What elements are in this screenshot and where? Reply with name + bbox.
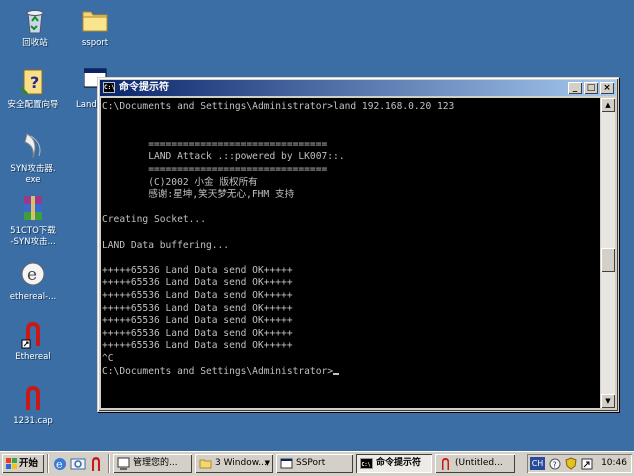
- task-label: 管理您的...: [133, 458, 178, 468]
- desktop-icon-label: Land: [76, 100, 97, 110]
- ethereal-installer-icon: e: [17, 258, 49, 290]
- desktop-icon-recycle-bin[interactable]: 回收站: [2, 4, 68, 49]
- scroll-up-button[interactable]: ▲: [601, 98, 615, 112]
- console-line: 感谢:星坤,笑天梦无心,FHM 支持: [102, 189, 295, 201]
- security-wizard-icon: ?: [17, 66, 49, 98]
- taskbar-separator: [108, 454, 110, 473]
- console-line: ^C: [102, 353, 114, 364]
- close-button[interactable]: ×: [600, 82, 614, 94]
- task-button-windows-group[interactable]: 3 Window... ▼: [195, 454, 273, 473]
- taskbar-separator: [47, 454, 49, 473]
- cmd-window-icon[interactable]: C:\: [103, 82, 115, 93]
- console-line: +++++65536 Land Data send OK+++++: [102, 290, 293, 301]
- desktop-icon-label: SYN攻击器. exe: [10, 164, 56, 185]
- windows-flag-icon: [6, 458, 17, 469]
- start-label: 开始: [19, 458, 39, 469]
- task-label: SSPort: [296, 458, 326, 468]
- manage-server-icon: [117, 457, 130, 470]
- desktop-icon-land[interactable]: Land: [62, 66, 107, 111]
- recycle-bin-icon: [19, 4, 51, 36]
- window-titlebar[interactable]: C:\ 命令提示符 _ □ ×: [100, 80, 616, 96]
- maximize-button[interactable]: □: [584, 82, 598, 94]
- console-line: ===============================: [102, 138, 328, 150]
- task-label: 3 Window...: [215, 458, 267, 468]
- task-button-manage-server[interactable]: 管理您的...: [113, 454, 192, 473]
- cmd-icon: C:\: [360, 458, 373, 469]
- console-line: LAND Attack .::powered by LK007::.: [102, 151, 345, 163]
- svg-text:?: ?: [553, 461, 557, 470]
- desktop-icon-label: Ethereal: [15, 352, 51, 362]
- console-line: (C)2002 小金 版权所有: [102, 176, 258, 188]
- minimize-button[interactable]: _: [568, 82, 582, 94]
- desktop-icon-ethereal-shortcut[interactable]: Ethereal: [0, 318, 66, 363]
- winrar-archive-icon: [17, 192, 49, 224]
- desktop-icon-ssport[interactable]: ssport: [62, 4, 128, 49]
- desktop-icon-security-wizard[interactable]: ? 安全配置向导: [0, 66, 66, 111]
- desktop-icon-label: 回收站: [22, 38, 48, 48]
- svg-text:?: ?: [30, 73, 39, 92]
- start-button[interactable]: 开始: [2, 454, 44, 473]
- folder-icon: [199, 459, 212, 469]
- ie-icon[interactable]: e: [52, 456, 68, 472]
- shortcut-icon[interactable]: [581, 458, 593, 470]
- desktop-icon-label: 安全配置向导: [7, 100, 59, 110]
- svg-text:e: e: [56, 458, 63, 471]
- desktop-icon-winrar-archive[interactable]: 51CTO下载 -SYN攻击...: [0, 192, 66, 248]
- folder-icon: [79, 4, 111, 36]
- ethereal-shortcut-icon: [17, 318, 49, 350]
- desktop-icon-label: ethereal-...: [9, 292, 57, 302]
- security-shield-icon[interactable]: [565, 457, 577, 470]
- desktop-icon-label: ssport: [81, 38, 109, 48]
- console-line: +++++65536 Land Data send OK+++++: [102, 264, 293, 276]
- console-line: ===============================: [102, 164, 328, 175]
- ethereal-icon: [442, 458, 449, 470]
- desktop-icon-syn-attacker[interactable]: SYN攻击器. exe: [0, 130, 66, 186]
- desktop-icon-label: 1231.cap: [13, 416, 53, 426]
- desktop-icon-capture-file[interactable]: 1231.cap: [0, 382, 66, 427]
- svg-text:e: e: [27, 265, 37, 285]
- desktop-icon-ethereal-installer[interactable]: e ethereal-...: [0, 258, 66, 303]
- console-line: +++++65536 Land Data send OK+++++: [102, 277, 293, 289]
- taskbar: 开始 e 管理您的... 3 Window... ▼ SSPort C:\ 命令…: [0, 451, 634, 476]
- clock[interactable]: 10:46: [601, 454, 627, 473]
- scroll-down-button[interactable]: ▼: [601, 394, 615, 408]
- task-label: 命令提示符: [376, 458, 422, 468]
- console-line: +++++65536 Land Data send OK+++++: [102, 340, 293, 352]
- help-icon[interactable]: ?: [549, 458, 561, 470]
- outlook-icon[interactable]: [70, 456, 86, 472]
- chevron-down-icon: ▼: [264, 459, 270, 467]
- syn-attacker-icon: [17, 130, 49, 162]
- scroll-thumb[interactable]: [601, 248, 615, 272]
- console-line: +++++65536 Land Data send OK+++++: [102, 302, 293, 314]
- desktop-icon-label: 51CTO下载 -SYN攻击...: [10, 226, 56, 247]
- console-output[interactable]: C:\Documents and Settings\Administrator>…: [101, 98, 600, 408]
- console-line: LAND Data buffering...: [102, 239, 230, 251]
- command-prompt-window[interactable]: C:\ 命令提示符 _ □ × C:\Documents and Setting…: [97, 77, 619, 412]
- text-cursor: [333, 372, 340, 375]
- ssport-icon: [280, 458, 293, 469]
- task-button-command-prompt[interactable]: C:\ 命令提示符: [356, 454, 432, 473]
- console-line: +++++65536 Land Data send OK+++++: [102, 327, 293, 339]
- system-tray: CH ? 10:46: [527, 454, 632, 473]
- language-indicator[interactable]: CH: [530, 457, 545, 470]
- svg-text:C:\: C:\: [362, 462, 371, 468]
- console-line: C:\Documents and Settings\Administrator>: [102, 365, 340, 378]
- capture-file-icon: [17, 382, 49, 414]
- ethereal-icon[interactable]: [88, 456, 104, 472]
- task-button-ethereal-untitled[interactable]: (Untitled...: [435, 454, 515, 473]
- console-line: +++++65536 Land Data send OK+++++: [102, 315, 293, 327]
- vertical-scrollbar[interactable]: ▲ ▼: [601, 98, 615, 408]
- task-label: (Untitled...: [455, 458, 503, 468]
- window-title: 命令提示符: [119, 82, 169, 93]
- console-line: C:\Documents and Settings\Administrator>…: [102, 101, 455, 112]
- task-button-ssport[interactable]: SSPort: [276, 454, 353, 473]
- console-line: Creating Socket...: [102, 214, 206, 226]
